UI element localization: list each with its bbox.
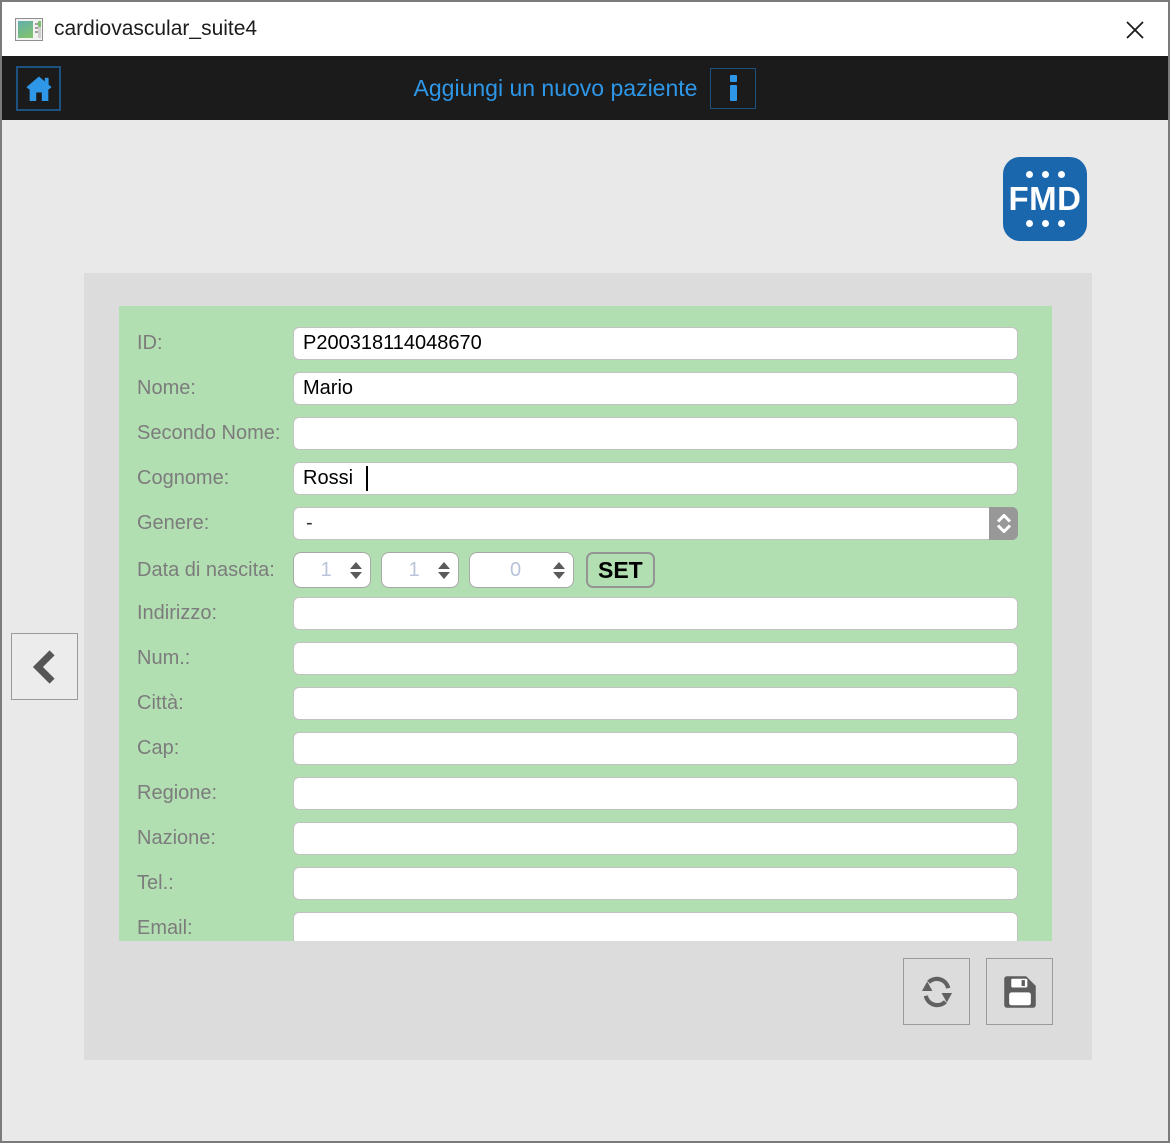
form-row-data-nascita: Data di nascita: 1 1 0 SET	[119, 552, 1052, 588]
select-spinner[interactable]	[989, 507, 1018, 540]
header-bar: Aggiungi un nuovo paziente	[2, 56, 1168, 120]
citta-label: Città:	[119, 692, 293, 715]
form-row-num: Num.:	[119, 642, 1052, 675]
genere-label: Genere:	[119, 512, 293, 535]
secondo-nome-input[interactable]	[293, 417, 1018, 450]
logo-dots-bottom	[1026, 220, 1065, 227]
day-spinner[interactable]: 1	[293, 552, 371, 588]
form-row-nome: Nome:	[119, 372, 1052, 405]
chevron-left-icon	[28, 647, 62, 687]
chevron-down-icon	[996, 524, 1012, 533]
month-spinner[interactable]: 1	[381, 552, 459, 588]
form-row-cap: Cap:	[119, 732, 1052, 765]
year-spinner[interactable]: 0	[469, 552, 574, 588]
spinner-arrows-icon[interactable]	[438, 562, 450, 579]
indirizzo-label: Indirizzo:	[119, 602, 293, 625]
tel-label: Tel.:	[119, 872, 293, 895]
close-icon	[1123, 18, 1147, 42]
refresh-icon	[916, 971, 958, 1013]
cognome-input[interactable]	[293, 462, 1018, 495]
year-value: 0	[478, 559, 553, 582]
citta-input[interactable]	[293, 687, 1018, 720]
form-row-genere: Genere: -	[119, 507, 1052, 540]
regione-input[interactable]	[293, 777, 1018, 810]
logo-dots-top	[1026, 171, 1065, 178]
app-icon	[15, 18, 43, 41]
info-button[interactable]	[710, 68, 756, 109]
refresh-button[interactable]	[903, 958, 970, 1025]
genere-select[interactable]: -	[293, 507, 1018, 540]
set-button[interactable]: SET	[586, 552, 655, 588]
fmd-logo: FMD	[1003, 157, 1087, 241]
cap-label: Cap:	[119, 737, 293, 760]
form-row-regione: Regione:	[119, 777, 1052, 810]
close-button[interactable]	[1118, 13, 1152, 47]
form-row-tel: Tel.:	[119, 867, 1052, 900]
spinner-arrows-icon[interactable]	[553, 562, 565, 579]
form-row-indirizzo: Indirizzo:	[119, 597, 1052, 630]
month-value: 1	[390, 559, 438, 582]
data-nascita-label: Data di nascita:	[119, 559, 293, 582]
tel-input[interactable]	[293, 867, 1018, 900]
title-bar: cardiovascular_suite4	[2, 2, 1168, 56]
info-icon	[730, 75, 737, 82]
save-button[interactable]	[986, 958, 1053, 1025]
form-row-email: Email:	[119, 912, 1052, 941]
logo-text: FMD	[1009, 182, 1082, 217]
nome-label: Nome:	[119, 377, 293, 400]
nazione-label: Nazione:	[119, 827, 293, 850]
cognome-input-wrap	[293, 462, 1018, 495]
indirizzo-input[interactable]	[293, 597, 1018, 630]
num-label: Num.:	[119, 647, 293, 670]
page-title: Aggiungi un nuovo paziente	[414, 75, 698, 102]
spinner-arrows-icon[interactable]	[350, 562, 362, 579]
email-label: Email:	[119, 917, 293, 940]
form-row-citta: Città:	[119, 687, 1052, 720]
window-title: cardiovascular_suite4	[54, 17, 257, 41]
cap-input[interactable]	[293, 732, 1018, 765]
chevron-up-icon	[996, 514, 1012, 523]
cognome-label: Cognome:	[119, 467, 293, 490]
nazione-input[interactable]	[293, 822, 1018, 855]
id-label: ID:	[119, 332, 293, 355]
text-caret	[366, 466, 368, 491]
save-icon	[999, 971, 1041, 1013]
nome-input[interactable]	[293, 372, 1018, 405]
form-row-nazione: Nazione:	[119, 822, 1052, 855]
patient-form: ID: Nome: Secondo Nome: Cognome: Genere:	[119, 306, 1052, 941]
id-input[interactable]	[293, 327, 1018, 360]
form-row-cognome: Cognome:	[119, 462, 1052, 495]
email-input[interactable]	[293, 912, 1018, 941]
day-value: 1	[302, 559, 350, 582]
form-row-id: ID:	[119, 327, 1052, 360]
back-button[interactable]	[11, 633, 78, 700]
form-row-secondo-nome: Secondo Nome:	[119, 417, 1052, 450]
header-center: Aggiungi un nuovo paziente	[2, 56, 1168, 120]
regione-label: Regione:	[119, 782, 293, 805]
num-input[interactable]	[293, 642, 1018, 675]
secondo-nome-label: Secondo Nome:	[119, 422, 293, 445]
content-panel: ID: Nome: Secondo Nome: Cognome: Genere:	[84, 273, 1092, 1060]
app-window: cardiovascular_suite4 Aggiungi un nuovo …	[0, 0, 1170, 1143]
genere-value: -	[306, 512, 313, 535]
